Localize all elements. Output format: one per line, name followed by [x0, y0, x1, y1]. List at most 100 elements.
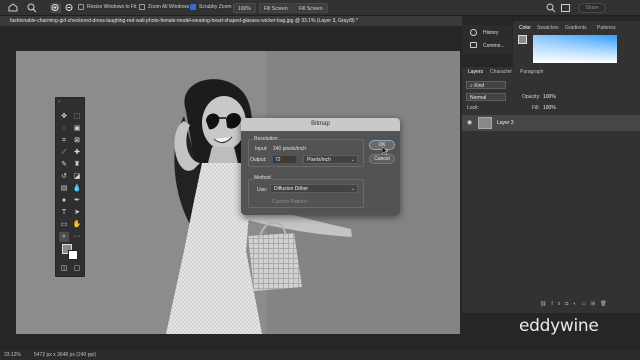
object-select-tool-icon[interactable]: ▣: [72, 124, 82, 134]
tab-color[interactable]: Color: [519, 25, 531, 31]
move-tool-icon[interactable]: ✥: [59, 112, 69, 122]
resize-windows-label: Resize Windows to Fit: [87, 4, 137, 10]
link-icon[interactable]: ⛓: [540, 301, 551, 307]
kind-label: Kind: [474, 83, 485, 89]
color-panel: Color Swatches Gradients Patterns: [513, 21, 640, 68]
output-unit-select[interactable]: Pixels/inch ⌄: [303, 155, 358, 164]
method-value: Diffusion Dither: [274, 186, 309, 192]
fill-screen-button[interactable]: Fill Screen: [294, 3, 328, 13]
blur-tool-icon[interactable]: 💧: [72, 184, 82, 194]
crop-tool-icon[interactable]: ⌗: [59, 136, 69, 146]
eraser-tool-icon[interactable]: ◪: [72, 172, 82, 182]
trash-icon[interactable]: 🗑: [600, 301, 611, 307]
zoom-in-icon[interactable]: [50, 3, 61, 13]
method-label: Method: [253, 175, 272, 181]
lasso-tool-icon[interactable]: ◌: [59, 124, 69, 134]
search-icon[interactable]: [546, 3, 556, 13]
use-label: Use:: [257, 187, 268, 193]
resolution-label: Resolution: [253, 136, 279, 142]
history-label[interactable]: History: [483, 30, 499, 36]
resize-windows-checkbox[interactable]: [78, 4, 84, 10]
clone-stamp-icon[interactable]: ♜: [72, 160, 82, 170]
opacity-value[interactable]: 100%: [543, 94, 556, 100]
tools-panel: « ✥ ⬚ ◌ ▣ ⌗ ⊠ ⟋ ✚ ✎ ♜ ↺ ◪ ▤ 💧 ● ✒ T ➤ ▭ …: [55, 97, 85, 277]
gradient-tool-icon[interactable]: ▤: [59, 184, 69, 194]
blend-mode-value: Normal: [470, 95, 487, 101]
group-icon[interactable]: ▭: [581, 301, 591, 307]
watermark-logo: eddywine: [519, 316, 599, 336]
tab-character[interactable]: Character: [490, 69, 512, 75]
chevron-down-icon: ⌄: [350, 157, 355, 163]
eye-visibility-icon[interactable]: ◉: [467, 119, 472, 126]
fx-icon[interactable]: fx: [551, 301, 565, 307]
artboard-tool-icon[interactable]: ⬚: [72, 112, 82, 122]
quick-mask-icon[interactable]: ◫: [59, 264, 69, 274]
zoom-out-icon[interactable]: [64, 3, 75, 13]
path-select-icon[interactable]: ➤: [72, 208, 82, 218]
pen-tool-icon[interactable]: ✒: [72, 196, 82, 206]
output-unit-value: Pixels/inch: [307, 157, 331, 163]
input-label: Input:: [255, 146, 268, 152]
layer-thumbnail: [478, 117, 492, 129]
brush-tool-icon[interactable]: ✎: [59, 160, 69, 170]
history-comments-strip: History Comme...: [462, 25, 512, 55]
layer-filter-kind[interactable]: ⌕ Kind: [466, 81, 506, 89]
status-bar: 33.12% 5472 px x 3648 px (240 ppi): [0, 350, 640, 360]
healing-brush-icon[interactable]: ✚: [72, 148, 82, 158]
tab-paragraph[interactable]: Paragraph: [520, 69, 543, 75]
layers-panel: Layers Character Paragraph ⌕ Kind Normal…: [462, 67, 640, 313]
input-value: 240 pixels/inch: [273, 146, 307, 152]
type-tool-icon[interactable]: T: [59, 208, 69, 218]
tab-gradients[interactable]: Gradients: [565, 25, 587, 31]
zoom-tool-active-icon[interactable]: ⌕: [59, 232, 69, 242]
zoom-tool-icon[interactable]: [26, 3, 38, 13]
share-button[interactable]: Share: [578, 3, 606, 13]
comments-icon[interactable]: [470, 42, 477, 48]
dialog-title: Bitmap: [241, 118, 400, 131]
output-resolution-field[interactable]: 72: [272, 155, 297, 164]
right-panel-dock: History Comme... Color Swatches Gradient…: [462, 16, 640, 350]
screen-mode-icon[interactable]: ▢: [72, 264, 82, 274]
fill-value[interactable]: 100%: [543, 105, 556, 111]
hand-tool-icon[interactable]: ✋: [72, 220, 82, 230]
history-icon[interactable]: [470, 29, 477, 36]
opacity-label: Opacity:: [522, 94, 541, 100]
panel-foreground-swatch[interactable]: [518, 35, 527, 44]
dodge-tool-icon[interactable]: ●: [59, 196, 69, 206]
history-brush-icon[interactable]: ↺: [59, 172, 69, 182]
document-tab[interactable]: fashionable-charming-girl-checkered-dres…: [0, 16, 462, 26]
fill-label: Fill:: [532, 105, 540, 111]
lock-label: Lock:: [467, 105, 479, 111]
tab-swatches[interactable]: Swatches: [537, 25, 559, 31]
more-tools-icon[interactable]: ···: [72, 232, 82, 242]
mouse-cursor-icon: [381, 146, 389, 157]
layer-name[interactable]: Layer 3: [497, 120, 514, 126]
frame-tool-icon[interactable]: ⊠: [72, 136, 82, 146]
workspace-icon[interactable]: [561, 4, 570, 12]
zoom-100-button[interactable]: 100%: [233, 3, 256, 13]
custom-pattern-label: Custom Pattern:: [272, 199, 309, 205]
zoom-all-windows-checkbox[interactable]: [139, 4, 145, 10]
comments-label[interactable]: Comme...: [483, 43, 505, 49]
tab-layers[interactable]: Layers: [468, 69, 483, 75]
shape-tool-icon[interactable]: ▭: [59, 220, 69, 230]
fit-screen-button[interactable]: Fill Screen: [259, 3, 293, 13]
eyedropper-tool-icon[interactable]: ⟋: [59, 148, 69, 158]
layer-row[interactable]: ◉ Layer 3: [462, 115, 640, 131]
scrubby-zoom-checkbox[interactable]: [190, 4, 196, 10]
new-layer-icon[interactable]: ⊞: [591, 301, 600, 307]
scrubby-zoom-label: Scrubby Zoom: [199, 4, 232, 10]
blend-mode-select[interactable]: Normal: [466, 93, 506, 101]
toolbar-collapse-icon[interactable]: «: [58, 99, 61, 105]
document-tab-title: fashionable-charming-girl-checkered-dres…: [10, 18, 359, 24]
method-select[interactable]: Diffusion Dither ⌄: [270, 184, 358, 193]
document-info: 5472 px x 3648 px (240 ppi): [34, 352, 96, 358]
zoom-readout[interactable]: 33.12%: [4, 352, 21, 358]
home-icon[interactable]: [8, 3, 18, 12]
background-color-swatch[interactable]: [68, 250, 78, 260]
output-label: Output:: [250, 157, 267, 163]
tab-patterns[interactable]: Patterns: [597, 25, 616, 31]
zoom-all-windows-label: Zoom All Windows: [148, 4, 190, 10]
color-spectrum-picker[interactable]: [533, 35, 617, 63]
bitmap-dialog: Bitmap Resolution Input: 240 pixels/inch…: [241, 118, 400, 215]
